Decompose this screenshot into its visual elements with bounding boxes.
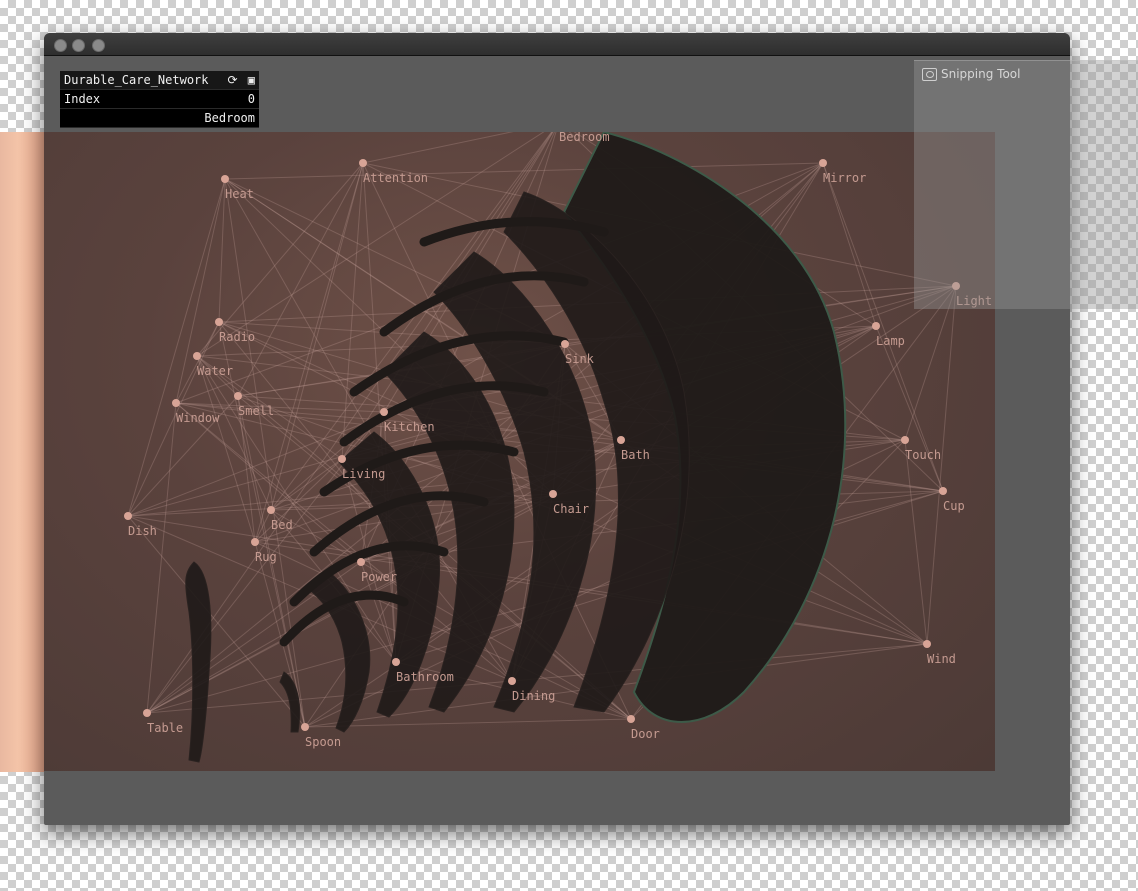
graph-node-power[interactable]	[357, 558, 365, 566]
snipping-tool-overlay[interactable]: Snipping Tool	[914, 60, 1138, 309]
graph-node-label: Mirror	[823, 171, 866, 185]
panel-index-row[interactable]: Index 0	[60, 90, 259, 109]
graph-node-label: Heat	[225, 187, 254, 201]
graph-node-label: Rug	[255, 550, 277, 564]
graph-node-table[interactable]	[143, 709, 151, 717]
window-titlebar[interactable]	[44, 33, 1070, 56]
scissors-icon	[922, 67, 937, 81]
minimize-window-button[interactable]	[72, 39, 85, 52]
graph-node-bathroom[interactable]	[392, 658, 400, 666]
graph-node-cup[interactable]	[939, 487, 947, 495]
graph-edge	[904, 439, 928, 645]
graph-edge	[926, 285, 957, 645]
graph-edge	[146, 402, 177, 714]
graph-node-mirror[interactable]	[819, 159, 827, 167]
graph-node-label: Table	[147, 721, 183, 735]
graph-node-rug[interactable]	[251, 538, 259, 546]
panel-selected-row[interactable]: Bedroom	[60, 109, 259, 128]
graph-node-bed[interactable]	[267, 506, 275, 514]
graph-node-chair[interactable]	[549, 490, 557, 498]
graph-edge	[175, 321, 220, 404]
graph-node-label: Wind	[927, 652, 956, 666]
graph-node-dish[interactable]	[124, 512, 132, 520]
graph-node-label: Sink	[565, 352, 595, 366]
graph-node-label: Power	[361, 570, 397, 584]
network-graph[interactable]: BedroomHeatAttention MirrorLightLampRadio…	[44, 132, 995, 771]
refresh-icon[interactable]: ⟳	[227, 73, 237, 87]
save-icon[interactable]: ▣	[248, 73, 255, 87]
selected-node-value: Bedroom	[204, 111, 255, 125]
sculpture-figure	[185, 561, 212, 763]
index-value[interactable]: 0	[248, 90, 255, 108]
graph-node-label: Window	[176, 411, 220, 425]
snipping-tool-title: Snipping Tool	[941, 67, 1021, 81]
graph-edge	[237, 162, 364, 397]
graph-node-label: Cup	[943, 499, 965, 513]
graph-node-attention[interactable]	[359, 159, 367, 167]
graph-node-label: Spoon	[305, 735, 341, 749]
graph-node-door[interactable]	[627, 715, 635, 723]
network-title: Durable_Care_Network	[64, 73, 209, 87]
graph-node-living[interactable]	[338, 455, 346, 463]
graph-node-sink[interactable]	[561, 340, 569, 348]
graph-node-label: Water	[197, 364, 233, 378]
graph-node-dining[interactable]	[508, 677, 516, 685]
graph-node-kitchen[interactable]	[380, 408, 388, 416]
graph-canvas[interactable]: Bedroom Heat Attention Mirror Light Lamp Radio…	[44, 132, 995, 771]
graph-node-window[interactable]	[172, 399, 180, 407]
graph-node-label: Dining	[512, 689, 555, 703]
network-info-panel: Durable_Care_Network ⟳ ▣ Index 0 Bedroom	[60, 71, 259, 128]
graph-node-label: Living	[342, 467, 385, 481]
graph-node-bath[interactable]	[617, 436, 625, 444]
graph-node-label: Bedroom	[559, 132, 610, 144]
maximize-window-button[interactable]	[92, 39, 105, 52]
graph-node-label: Lamp	[876, 334, 905, 348]
graph-node-label: Bathroom	[396, 670, 454, 684]
graph-node-water[interactable]	[193, 352, 201, 360]
graph-node-heat[interactable]	[221, 175, 229, 183]
graph-node-spoon[interactable]	[301, 723, 309, 731]
snipping-tool-title-bar: Snipping Tool	[922, 67, 1020, 81]
graph-edge	[875, 325, 944, 492]
graph-node-label: Radio	[219, 330, 255, 344]
graph-node-wind[interactable]	[923, 640, 931, 648]
graph-node-label: Door	[631, 727, 660, 741]
left-glow-backdrop	[0, 132, 46, 772]
graph-node-label: Kitchen	[384, 420, 435, 434]
graph-node-label: Chair	[553, 502, 589, 516]
graph-node-radio[interactable]	[215, 318, 223, 326]
graph-node-label: Dish	[128, 524, 157, 538]
graph-node-label: Touch	[905, 448, 941, 462]
close-window-button[interactable]	[54, 39, 67, 52]
graph-node-label: Bath	[621, 448, 650, 462]
panel-header: Durable_Care_Network ⟳ ▣	[60, 71, 259, 90]
graph-node-lamp[interactable]	[872, 322, 880, 330]
graph-node-label: Bed	[271, 518, 293, 532]
sculpture-figure	[279, 671, 301, 733]
graph-edge	[362, 132, 514, 164]
graph-node-touch[interactable]	[901, 436, 909, 444]
index-label: Index	[64, 92, 101, 106]
graph-node-label: Smell	[238, 404, 274, 418]
graph-node-label: Attention	[363, 171, 428, 185]
graph-node-smell[interactable]	[234, 392, 242, 400]
